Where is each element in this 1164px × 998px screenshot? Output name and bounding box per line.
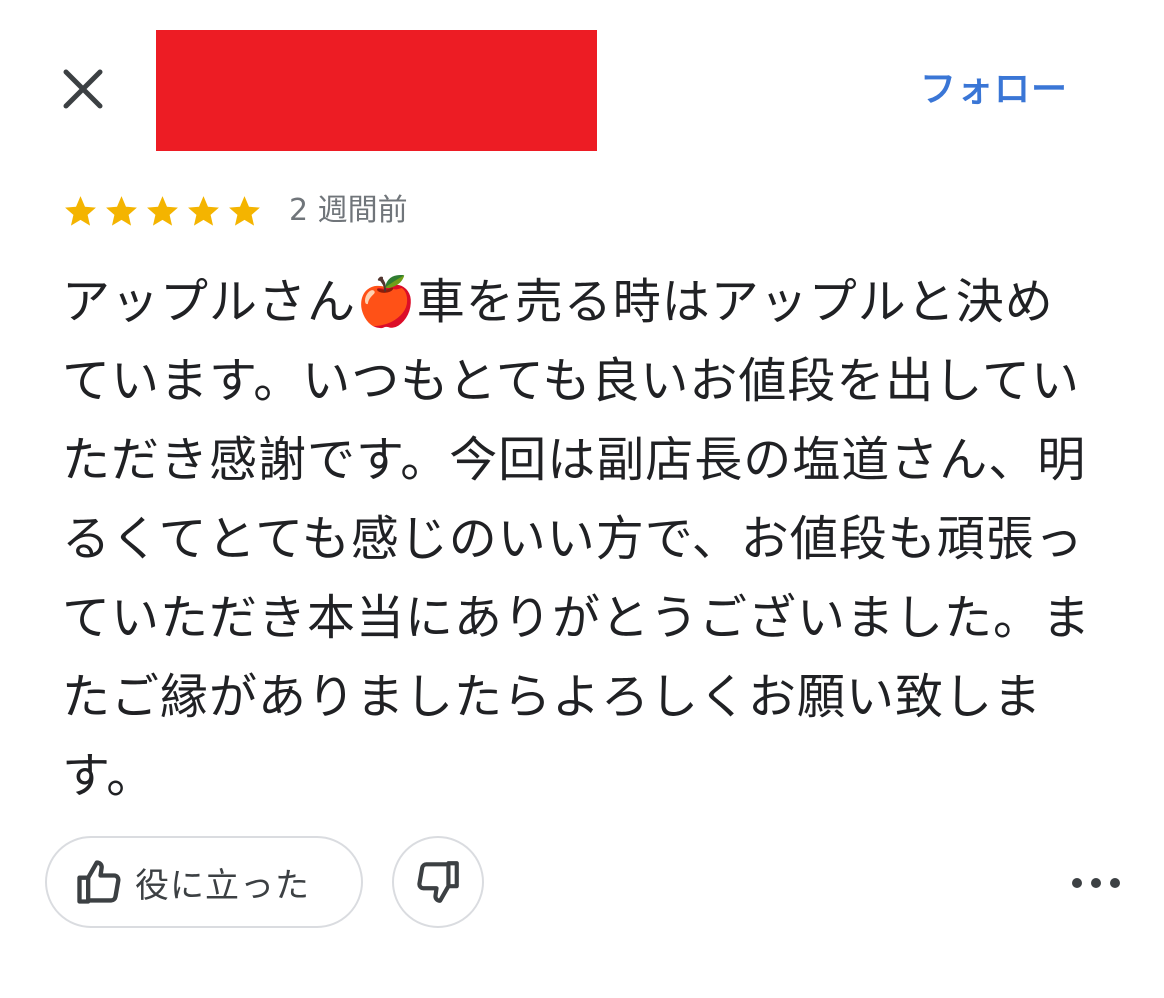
more-horizontal-icon bbox=[1072, 878, 1120, 888]
star-icon bbox=[229, 195, 260, 226]
star-rating bbox=[62, 193, 263, 230]
helpful-button[interactable]: 役に立った bbox=[45, 836, 363, 928]
thumbs-up-icon bbox=[77, 860, 121, 904]
thumbs-down-icon bbox=[417, 861, 459, 903]
star-icon bbox=[65, 195, 96, 226]
close-button[interactable] bbox=[58, 64, 108, 114]
star-icon bbox=[106, 195, 137, 226]
review-time: 2 週間前 bbox=[289, 193, 408, 228]
helpful-label: 役に立った bbox=[135, 865, 310, 906]
close-icon bbox=[63, 69, 103, 109]
star-icon bbox=[147, 195, 178, 226]
not-helpful-button[interactable] bbox=[392, 836, 484, 928]
more-options-button[interactable] bbox=[1068, 868, 1124, 898]
rating-row: 2 週間前 bbox=[62, 188, 408, 234]
follow-button[interactable]: フォロー bbox=[920, 66, 1068, 114]
star-icon bbox=[188, 195, 219, 226]
review-text: アップルさん🍎車を売る時はアップルと決めています。いつもとても良いお値段を出して… bbox=[62, 274, 1092, 804]
redacted-reviewer-name bbox=[156, 30, 597, 151]
